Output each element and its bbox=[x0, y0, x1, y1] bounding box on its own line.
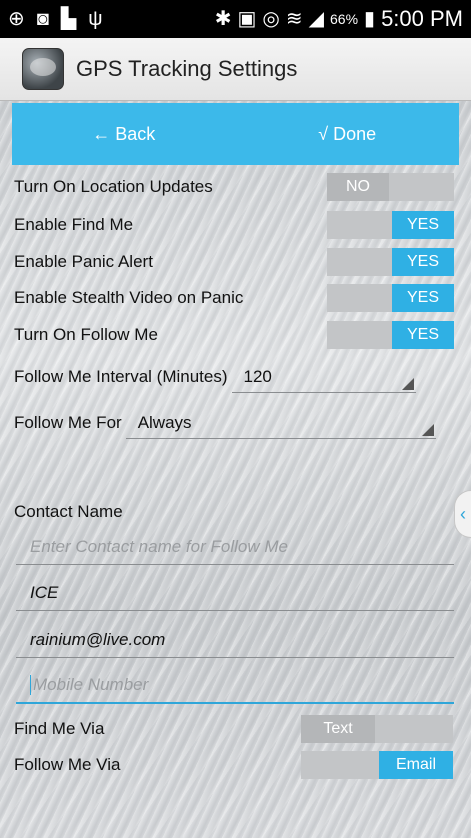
duration-row: Follow Me For Always bbox=[14, 406, 456, 440]
interval-spinner[interactable]: 120 bbox=[231, 362, 416, 393]
nav-bar: ← Back √ Done bbox=[12, 103, 459, 165]
mobile-number-input[interactable]: Mobile Number bbox=[16, 668, 454, 704]
duration-value: Always bbox=[137, 412, 192, 432]
interval-label: Follow Me Interval (Minutes) bbox=[14, 367, 228, 386]
alarm-icon: ◎ bbox=[262, 8, 280, 30]
find-me-via-row: Find Me Via Text bbox=[14, 715, 456, 743]
notification-icon: ⊕ bbox=[8, 8, 25, 30]
globe-app-icon[interactable] bbox=[22, 48, 64, 90]
contact-name-value: ICE bbox=[30, 582, 59, 602]
dropdown-triangle-icon bbox=[401, 377, 414, 390]
toggle-row-stealth-video: Enable Stealth Video on Panic YES bbox=[14, 284, 456, 312]
follow-me-via-toggle[interactable]: Email bbox=[301, 751, 453, 779]
text-cursor bbox=[30, 675, 31, 695]
find-me-via-state: Text bbox=[301, 715, 375, 743]
stealth-video-toggle[interactable]: YES bbox=[327, 284, 454, 312]
toggle-state: YES bbox=[392, 248, 454, 276]
contact-name-input[interactable]: Enter Contact name for Follow Me bbox=[16, 529, 454, 565]
contact-name-value-field[interactable]: ICE bbox=[16, 575, 454, 611]
chat-icon: ◙ bbox=[36, 8, 49, 30]
signal-icon: ◢ bbox=[308, 8, 325, 30]
bluetooth-icon: ✱ bbox=[214, 8, 232, 30]
toggle-state: NO bbox=[327, 173, 389, 201]
mobile-number-placeholder: Mobile Number bbox=[33, 675, 149, 694]
action-bar: GPS Tracking Settings bbox=[0, 38, 471, 101]
interval-row: Follow Me Interval (Minutes) 120 bbox=[14, 360, 456, 394]
toggle-label: Enable Panic Alert bbox=[14, 252, 153, 271]
panic-alert-toggle[interactable]: YES bbox=[327, 248, 454, 276]
toggle-row-find-me: Enable Find Me YES bbox=[14, 211, 456, 239]
location-updates-toggle[interactable]: NO bbox=[327, 173, 454, 201]
find-me-via-toggle[interactable]: Text bbox=[301, 715, 453, 743]
interval-value: 120 bbox=[243, 366, 272, 386]
toggle-state: YES bbox=[392, 211, 454, 239]
email-value: rainium@live.com bbox=[30, 629, 166, 649]
done-button[interactable]: √ Done bbox=[236, 124, 460, 145]
usb-icon: ψ bbox=[88, 8, 103, 30]
image-icon: ▙ bbox=[60, 8, 77, 30]
find-me-toggle[interactable]: YES bbox=[327, 211, 454, 239]
toggle-state: YES bbox=[392, 321, 454, 349]
toggle-label: Turn On Follow Me bbox=[14, 325, 158, 344]
page-title: GPS Tracking Settings bbox=[76, 56, 298, 81]
contact-name-label: Contact Name bbox=[14, 502, 123, 521]
find-me-via-label: Find Me Via bbox=[14, 719, 105, 738]
follow-me-toggle[interactable]: YES bbox=[327, 321, 454, 349]
battery-icon: ▮ bbox=[364, 8, 376, 30]
contact-name-placeholder: Enter Contact name for Follow Me bbox=[30, 536, 288, 556]
email-field[interactable]: rainium@live.com bbox=[16, 622, 454, 658]
follow-me-via-row: Follow Me Via Email bbox=[14, 751, 456, 779]
back-button[interactable]: ← Back bbox=[12, 124, 236, 145]
battery-percent: 66% bbox=[330, 11, 359, 27]
toggle-label: Enable Find Me bbox=[14, 215, 134, 234]
duration-spinner[interactable]: Always bbox=[125, 408, 436, 439]
toggle-row-follow-me: Turn On Follow Me YES bbox=[14, 321, 456, 349]
toggle-row-location-updates: Turn On Location Updates NO bbox=[14, 173, 456, 201]
duration-label: Follow Me For bbox=[14, 413, 122, 432]
dropdown-triangle-icon bbox=[421, 423, 434, 436]
toggle-label: Turn On Location Updates bbox=[14, 177, 213, 196]
chevron-left-icon: ‹ bbox=[460, 503, 466, 524]
clock: 5:00 PM bbox=[381, 6, 463, 31]
toggle-label: Enable Stealth Video on Panic bbox=[14, 288, 244, 307]
status-bar: ⊕ ◙ ▙ ψ ✱ ▣ ◎ ≋ ◢ 66% ▮ 5:00 PM bbox=[0, 0, 471, 38]
follow-me-via-label: Follow Me Via bbox=[14, 755, 121, 774]
toggle-state: YES bbox=[392, 284, 454, 312]
toggle-row-panic-alert: Enable Panic Alert YES bbox=[14, 248, 456, 276]
wifi-icon: ≋ bbox=[285, 8, 303, 30]
nfc-icon: ▣ bbox=[237, 8, 257, 30]
side-drawer-handle[interactable]: ‹ bbox=[454, 490, 471, 538]
follow-me-via-state: Email bbox=[379, 751, 453, 779]
